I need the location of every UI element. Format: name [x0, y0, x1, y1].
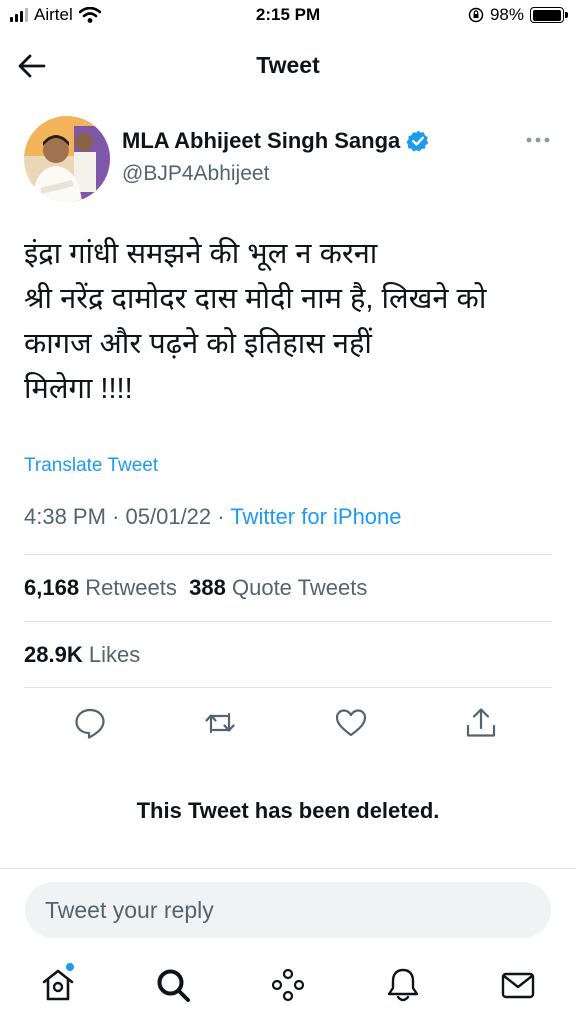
retweets-stat[interactable]: 6,168 Retweets	[24, 575, 177, 600]
share-icon[interactable]	[464, 706, 498, 740]
like-icon[interactable]	[334, 706, 368, 740]
status-bar: Airtel 2:15 PM 98%	[0, 0, 576, 34]
tweet-text: इंद्रा गांधी समझने की भूल न करना श्री नर…	[24, 232, 554, 412]
tweet-source-link[interactable]: Twitter for iPhone	[230, 504, 401, 529]
reply-input[interactable]	[45, 896, 531, 924]
page-title: Tweet	[256, 52, 320, 78]
reply-box	[25, 882, 551, 938]
avatar[interactable]	[24, 116, 110, 202]
translate-tweet-link[interactable]: Translate Tweet	[24, 455, 158, 477]
likes-count: 28.9K	[24, 642, 83, 667]
home-icon[interactable]	[39, 966, 77, 1004]
notification-dot	[66, 963, 74, 971]
quotes-count: 388	[189, 575, 226, 600]
tweet-line: मिलेगा !!!!	[24, 373, 133, 405]
meta-separator: ·	[217, 504, 225, 529]
tweet-actions	[0, 702, 576, 746]
divider	[24, 687, 552, 688]
tweet-date: 05/01/22	[125, 504, 212, 529]
quotes-label: Quote Tweets	[231, 575, 368, 600]
tweet-author: MLA Abhijeet Singh Sanga @BJP4Abhijeet	[24, 116, 552, 204]
reply-divider	[0, 868, 576, 869]
tweet-line: इंद्रा गांधी समझने की भूल न करना	[24, 238, 378, 270]
likes-label: Likes	[88, 642, 141, 667]
verified-badge-icon	[406, 130, 429, 152]
tweet-meta: 4:38 PM · 05/01/22 · Twitter for iPhone	[24, 504, 402, 530]
search-icon[interactable]	[154, 966, 192, 1004]
retweets-count: 6,168	[24, 575, 80, 600]
retweet-stats: 6,168 Retweets 388 Quote Tweets	[24, 575, 367, 601]
meta-separator: ·	[112, 504, 120, 529]
divider	[24, 554, 552, 555]
nav-header: Tweet	[0, 34, 576, 96]
likes-stat[interactable]: 28.9K Likes	[24, 642, 140, 667]
orientation-lock-icon	[468, 7, 484, 23]
status-right: 98%	[468, 5, 568, 25]
tweet-line: कागज और पढ़ने को इतिहास नहीं	[24, 328, 372, 360]
messages-icon[interactable]	[499, 966, 537, 1004]
notifications-icon[interactable]	[384, 966, 422, 1004]
divider	[24, 621, 552, 622]
author-name-row: MLA Abhijeet Singh Sanga	[122, 128, 430, 154]
reply-icon[interactable]	[73, 706, 107, 740]
likes-stats: 28.9K Likes	[24, 642, 140, 668]
bottom-tab-bar	[0, 956, 576, 1016]
tweet-time: 4:38 PM	[24, 504, 106, 529]
retweets-label: Retweets	[85, 575, 177, 600]
retweet-icon[interactable]	[203, 706, 237, 740]
more-options-icon[interactable]	[524, 130, 552, 150]
spaces-icon[interactable]	[269, 966, 307, 1004]
author-handle[interactable]: @BJP4Abhijeet	[122, 162, 269, 186]
author-name[interactable]: MLA Abhijeet Singh Sanga	[122, 128, 400, 154]
tweet-line: श्री नरेंद्र दामोदर दास मोदी नाम है, लिख…	[24, 283, 487, 315]
battery-percent: 98%	[489, 5, 524, 24]
deleted-notice: This Tweet has been deleted.	[136, 798, 440, 823]
battery-icon	[530, 7, 568, 23]
quote-tweets-stat[interactable]: 388 Quote Tweets	[189, 575, 367, 600]
